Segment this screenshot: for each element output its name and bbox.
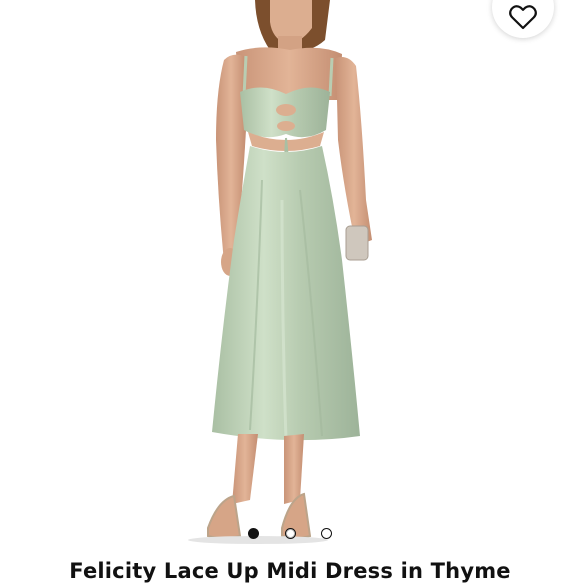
product-title: Felicity Lace Up Midi Dress in Thyme xyxy=(69,559,511,583)
image-carousel-dots xyxy=(248,527,332,539)
product-image-container[interactable] xyxy=(0,0,580,545)
carousel-dot-1[interactable] xyxy=(248,527,259,539)
carousel-dot-2[interactable] xyxy=(284,527,296,539)
carousel-dot-3[interactable] xyxy=(321,527,332,539)
heart-outline-icon xyxy=(509,5,537,30)
product-image[interactable] xyxy=(0,0,580,545)
